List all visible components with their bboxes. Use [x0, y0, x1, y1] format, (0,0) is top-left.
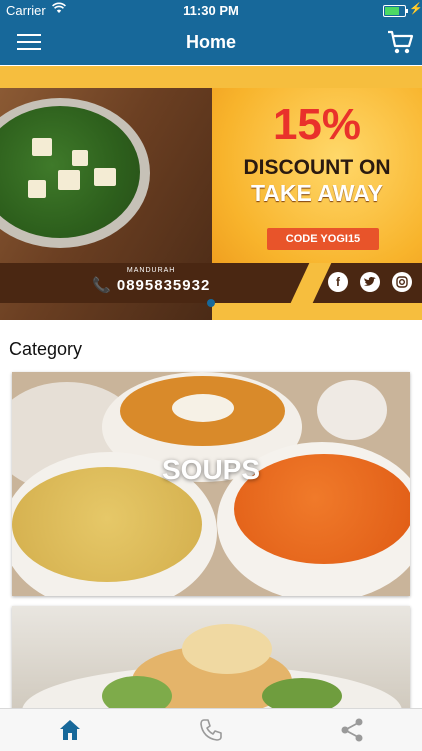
discount-panel: 15% DISCOUNT ON TAKE AWAY CODE YOGI15 [212, 88, 422, 263]
promo-banner[interactable]: 15% DISCOUNT ON TAKE AWAY CODE YOGI15 MA… [0, 66, 422, 320]
phone-icon[interactable] [198, 717, 224, 743]
page-title: Home [185, 32, 236, 52]
phone-block: MANDURAH 📞 0895835932 [92, 267, 210, 294]
phone-number: 📞 0895835932 [92, 277, 211, 294]
status-bar: Carrier 11:30 PM ⚡ [0, 0, 422, 20]
share-icon[interactable] [339, 717, 365, 743]
discount-line: DISCOUNT ON [243, 156, 391, 179]
takeaway-line: TAKE AWAY [250, 180, 384, 206]
nav-bar: Home [0, 20, 422, 65]
location-label: MANDURAH [126, 267, 176, 274]
instagram-icon [392, 272, 412, 292]
twitter-icon [360, 272, 380, 292]
discount-percent: 15% [272, 100, 362, 149]
shopping-cart-icon[interactable] [386, 28, 414, 56]
phone-number-text: 0895835932 [116, 277, 211, 294]
banner-contact-strip: MANDURAH 📞 0895835932 f [0, 263, 422, 303]
clock: 11:30 PM [183, 3, 239, 18]
battery-icon [383, 5, 408, 17]
facebook-icon: f [328, 272, 348, 292]
home-icon[interactable] [57, 717, 83, 743]
category-card-salad[interactable] [12, 606, 410, 716]
promo-code: CODE YOGI15 [267, 228, 379, 250]
category-card-soups[interactable]: SOUPS [12, 372, 410, 596]
category-label: SOUPS [161, 454, 261, 485]
charging-icon: ⚡ [409, 3, 422, 15]
category-heading: Category [9, 339, 83, 359]
tab-bar [0, 708, 422, 751]
carousel-dot[interactable] [207, 299, 215, 307]
